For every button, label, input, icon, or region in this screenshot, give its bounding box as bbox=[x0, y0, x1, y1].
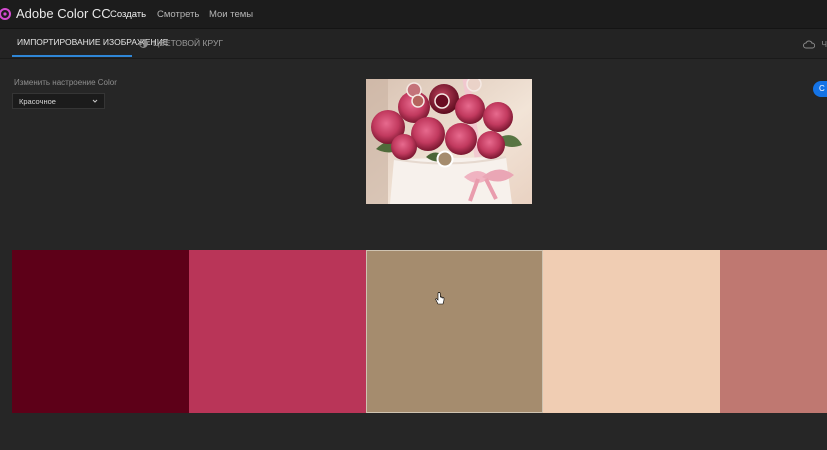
nav-my-themes[interactable]: Мои темы bbox=[209, 9, 253, 20]
mood-dropdown[interactable]: Красочное bbox=[12, 93, 105, 109]
swatch-2[interactable] bbox=[189, 250, 366, 413]
top-bar: Adobe Color CC Создать Смотреть Мои темы bbox=[0, 0, 827, 29]
save-theme-button[interactable]: С bbox=[813, 81, 827, 97]
chevron-down-icon bbox=[92, 99, 98, 103]
mood-dropdown-value: Красочное bbox=[19, 96, 56, 106]
swatch-1[interactable] bbox=[12, 250, 189, 413]
app-title: Adobe Color CC bbox=[16, 6, 111, 21]
tab-color-wheel-label: ЦВЕТОВОЙ КРУГ bbox=[153, 38, 223, 48]
adobe-color-logo-icon bbox=[0, 8, 11, 20]
swatch-4[interactable] bbox=[543, 250, 720, 413]
cloud-icon[interactable] bbox=[803, 40, 816, 49]
right-tool-label[interactable]: Ч bbox=[821, 39, 827, 49]
sample-marker[interactable] bbox=[466, 79, 482, 92]
color-wheel-icon bbox=[139, 38, 148, 48]
mood-label: Изменить настроение Color bbox=[14, 78, 117, 87]
source-image[interactable] bbox=[366, 79, 532, 204]
nav-create[interactable]: Создать bbox=[110, 9, 146, 20]
swatch-5[interactable] bbox=[720, 250, 827, 413]
tab-color-wheel[interactable]: ЦВЕТОВОЙ КРУГ bbox=[139, 29, 223, 57]
hand-cursor-icon bbox=[435, 292, 445, 305]
right-tools: Ч bbox=[803, 37, 827, 51]
sample-marker[interactable] bbox=[411, 94, 425, 108]
swatch-3-selected[interactable] bbox=[366, 250, 543, 413]
sample-marker-selected[interactable] bbox=[436, 150, 454, 168]
color-palette bbox=[12, 250, 827, 413]
roses-photo bbox=[366, 79, 532, 204]
mode-tabs-bar: ИМПОРТИРОВАНИЕ ИЗОБРАЖЕНИЕ ЦВЕТОВОЙ КРУГ… bbox=[0, 29, 827, 59]
sample-marker[interactable] bbox=[434, 93, 450, 109]
nav-explore[interactable]: Смотреть bbox=[157, 9, 199, 20]
tab-import-image[interactable]: ИМПОРТИРОВАНИЕ ИЗОБРАЖЕНИЕ bbox=[12, 29, 168, 57]
